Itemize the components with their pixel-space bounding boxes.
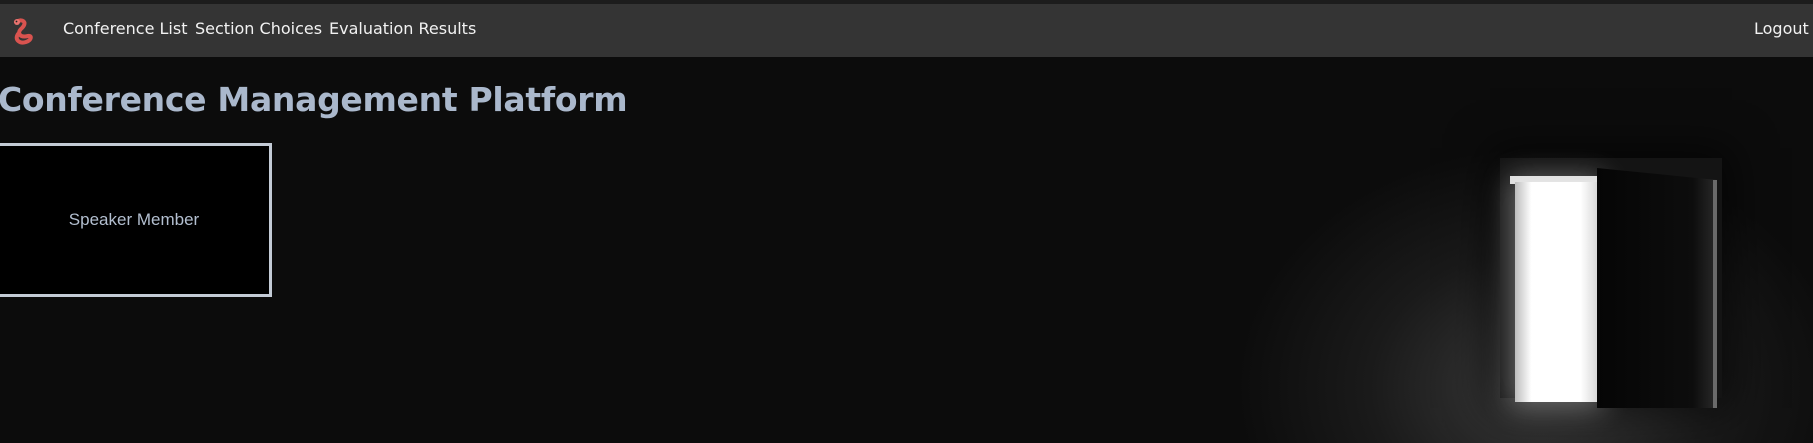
speaker-member-card[interactable]: Speaker Member	[0, 143, 272, 297]
role-card-label: Speaker Member	[68, 210, 200, 229]
worm-logo-icon[interactable]	[8, 16, 36, 46]
logout-link[interactable]: Logout	[1754, 19, 1809, 38]
nav-conference-list[interactable]: Conference List	[63, 19, 187, 38]
page-title: Conference Management Platform	[0, 80, 628, 119]
nav-evaluation-results[interactable]: Evaluation Results	[329, 19, 476, 38]
nav-section-choices[interactable]: Section Choices	[195, 19, 322, 38]
navbar: Conference List Section Choices Evaluati…	[0, 4, 1813, 57]
